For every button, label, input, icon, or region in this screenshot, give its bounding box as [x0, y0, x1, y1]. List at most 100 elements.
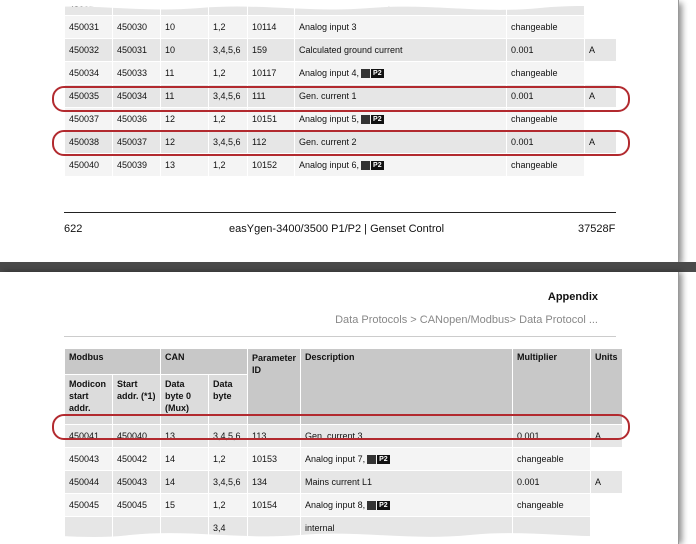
cell-text: 134 — [252, 477, 268, 487]
cell-text: 450036 — [117, 114, 148, 124]
cell-can0: 15 — [160, 493, 209, 517]
cell-mult: 0.001 — [506, 84, 585, 108]
breadcrumb-rule — [64, 336, 616, 337]
cell-text: 12 — [165, 114, 176, 124]
cell-text: changeable — [511, 160, 558, 170]
cell-text: 11 — [165, 91, 175, 101]
document-number: 37528F — [578, 223, 616, 235]
cell-param: 113 — [246, 424, 302, 448]
cell-text: 3,4,5,6 — [213, 477, 241, 487]
cell-text: 0.001 — [517, 431, 540, 441]
package-icon — [361, 69, 371, 79]
cell-can1: 1,2 — [208, 61, 248, 85]
cell-modicon: 450034 — [64, 61, 113, 85]
cell-desc: Gen. current 1 — [294, 84, 507, 108]
cell-mult: changeable — [506, 153, 585, 177]
cell-text: 450043 — [69, 454, 100, 464]
p2-label: P2 — [371, 115, 384, 125]
cell-text: 0.001 — [511, 137, 534, 147]
cell-modicon: 450044 — [64, 470, 113, 494]
cell-mult: 0.001 — [506, 38, 585, 62]
upper-data-table: 450029450028Analog input 2, current45003… — [64, 0, 617, 177]
cell-start: 450045 — [112, 493, 161, 517]
cell-text: Gen. current 3 — [305, 431, 363, 441]
cell-can1: 3,4,5,6 — [208, 470, 248, 494]
table-row: 450043 450042 14 1,2 10153 Analog input 7, P2 c… — [64, 447, 624, 471]
section-title: Appendix — [547, 291, 598, 303]
footer-rule — [64, 212, 616, 213]
cell-text: 450030 — [117, 22, 148, 32]
cell-text: 450043 — [117, 477, 148, 487]
torn-edge-top — [0, 0, 678, 10]
cell-param: 10117 — [247, 61, 295, 85]
cell-units: A — [584, 38, 617, 62]
cell-can0: 12 — [160, 107, 209, 131]
cell-text: 10154 — [252, 500, 278, 510]
cell-can1: 3,4,5,6 — [208, 130, 248, 154]
table-row: 450045 450045 15 1,2 10154 Analog input 8, P2 c… — [64, 493, 624, 517]
header-data-byte: Data byte — [208, 374, 248, 425]
cell-text: 10 — [165, 22, 176, 32]
cell-can0: 14 — [160, 447, 209, 471]
cell-text: 450038 — [69, 137, 100, 147]
cell-can1: 1,2 — [208, 153, 248, 177]
cell-text: 11 — [165, 68, 175, 78]
cell-text: 450041 — [69, 431, 100, 441]
cell-text: changeable — [517, 454, 564, 464]
header-units: Units — [590, 348, 624, 425]
cell-can0: 11 — [160, 84, 209, 108]
cell-can1: 3,4,5,6 — [208, 424, 248, 448]
cell-start: 450030 — [112, 15, 161, 39]
cell-text: 450044 — [69, 477, 100, 487]
table-row: 450040 450039 13 1,2 10152 Analog input 6, P2 c… — [64, 153, 617, 177]
cell-can0: 10 — [160, 15, 209, 39]
p2-badge: P2 — [367, 500, 390, 511]
upper-page: 450029450028Analog input 2, current45003… — [0, 0, 679, 262]
cell-can0: 11 — [160, 61, 209, 85]
cell-text: 10152 — [252, 160, 278, 170]
header-modbus: Modbus — [64, 348, 161, 375]
cell-text: 450035 — [69, 91, 100, 101]
cell-units: A — [590, 424, 624, 448]
cell-can1: 3,4,5,6 — [208, 84, 248, 108]
cell-text: 1,2 — [213, 454, 226, 464]
cell-mult: changeable — [506, 15, 585, 39]
cell-text: 1,2 — [213, 114, 226, 124]
cell-mult: changeable — [506, 61, 585, 85]
cell-text: 3,4,5,6 — [213, 91, 241, 101]
cell-modicon: 450041 — [64, 424, 113, 448]
cell-text: 113 — [252, 431, 267, 441]
cell-text: Gen. current 2 — [299, 137, 357, 147]
cell-text: 450040 — [69, 160, 100, 170]
p2-label: P2 — [377, 501, 390, 511]
cell-start: 450042 — [112, 447, 161, 471]
cell-modicon: 450035 — [64, 84, 113, 108]
table-row: 450032 450031 10 3,4,5,6 159 Calculated groun… — [64, 38, 617, 62]
cell-text: 0.001 — [511, 91, 534, 101]
cell-text: 450037 — [69, 114, 100, 124]
cell-modicon: 450032 — [64, 38, 113, 62]
package-icon — [367, 501, 377, 511]
package-icon — [361, 115, 371, 125]
cell-desc: Analog input 3 — [294, 15, 507, 39]
cell-text: A — [595, 477, 602, 487]
cell-start: 450040 — [112, 424, 161, 448]
cell-text: 450034 — [117, 91, 148, 101]
header-data-byte-0: Data byte 0 (Mux) — [160, 374, 209, 425]
cell-modicon: 450045 — [64, 493, 113, 517]
cell-text: 14 — [165, 454, 176, 464]
cell-text: 111 — [252, 91, 266, 101]
cell-text: 1,2 — [213, 68, 226, 78]
p2-label: P2 — [377, 455, 390, 465]
cell-text: 1,2 — [213, 22, 226, 32]
cell-text: Analog input 8, — [305, 499, 366, 510]
cell-can0: 12 — [160, 130, 209, 154]
cell-can0: 13 — [160, 153, 209, 177]
cell-text: 12 — [165, 137, 176, 147]
cell-can1: 1,2 — [208, 107, 248, 131]
cell-param: 10152 — [247, 153, 295, 177]
cell-text: 450042 — [117, 454, 148, 464]
cell-mult: changeable — [506, 107, 585, 131]
header-parameter-id: Parameter ID — [246, 348, 302, 425]
cell-text: Analog input 5, — [299, 113, 360, 124]
